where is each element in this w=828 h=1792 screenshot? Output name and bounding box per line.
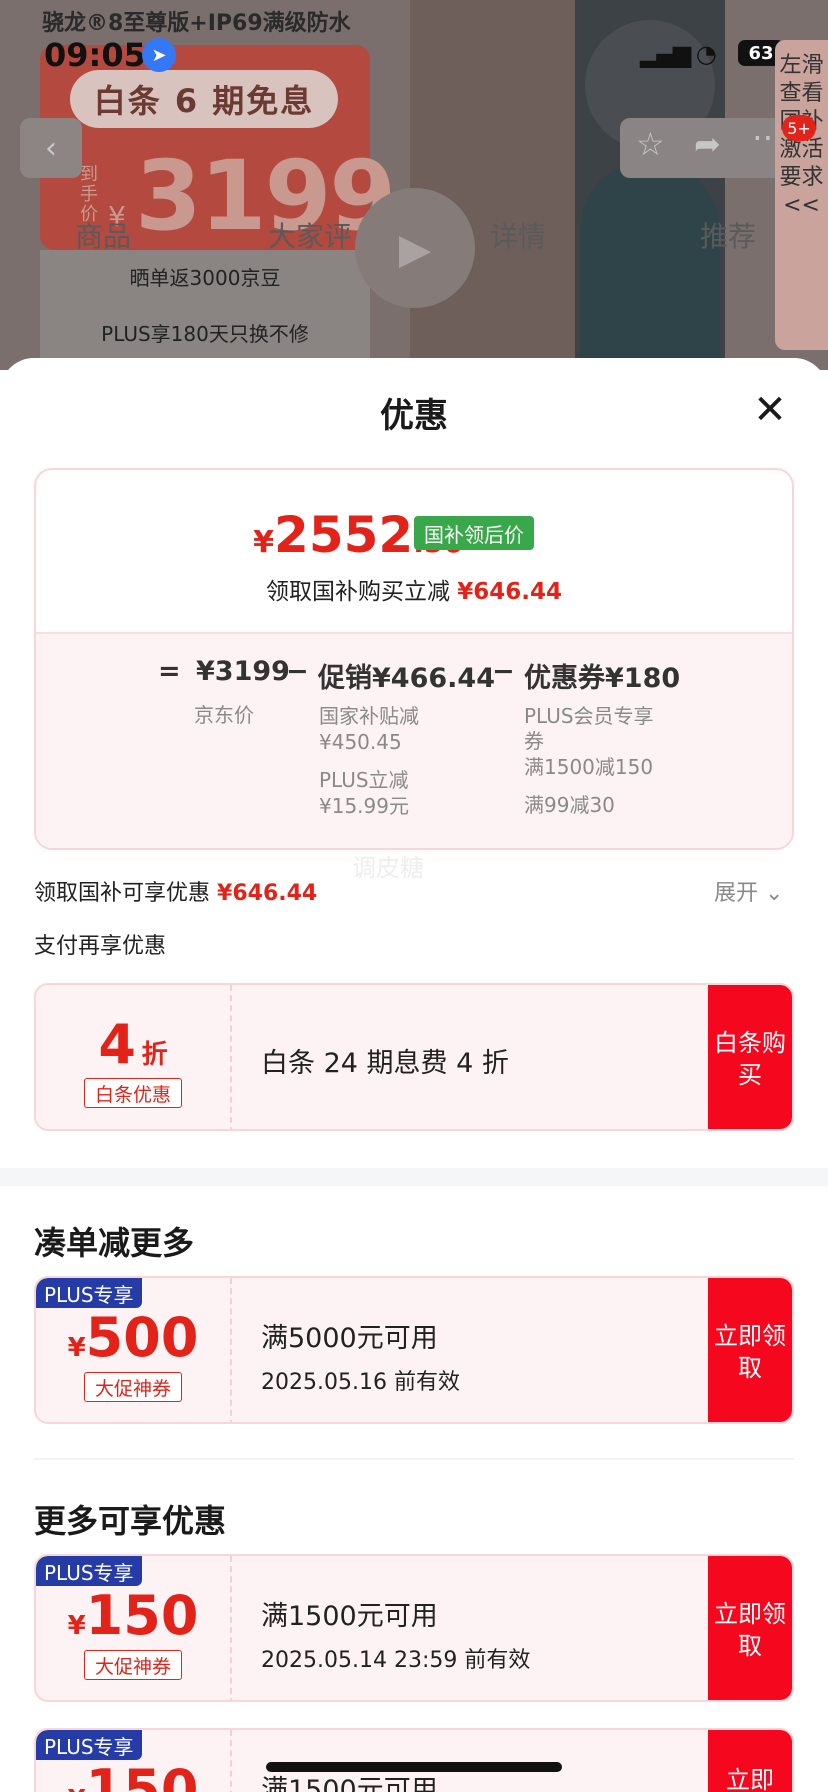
section-gap: [0, 1168, 828, 1186]
coupon-150: PLUS专享 ¥150 满1500元可用 立即: [34, 1728, 794, 1792]
claim-button[interactable]: 立即领取: [708, 1556, 792, 1700]
location-arrow-icon: ➤: [142, 38, 176, 72]
play-icon: ▶: [398, 223, 432, 273]
star-icon[interactable]: ☆: [636, 125, 665, 163]
promo-pill: 白条 6 期免息: [70, 70, 338, 128]
coupon-divider: [230, 1730, 232, 1792]
coupon-expiry: 2025.05.14 23:59 前有效: [261, 1648, 531, 1673]
message-badge: 5+: [782, 115, 816, 141]
baitiao-discount-unit: 折: [141, 1040, 168, 1070]
promo-detail-2: ¥450.45: [319, 730, 402, 754]
plus-exclusive-tag: PLUS专享: [36, 1730, 142, 1760]
coupon-threshold: 满1500元可用: [261, 1601, 438, 1632]
status-time: 09:05: [44, 36, 146, 74]
coupon-detail-4: 满99减30: [524, 793, 615, 817]
back-button[interactable]: ‹: [20, 118, 82, 178]
gb-benefit-text: 领取国补可享优惠: [34, 881, 211, 906]
promo-line-1: 晒单返3000京豆: [129, 266, 281, 290]
baitiao-discount-num: 4: [98, 1013, 136, 1076]
coupon-amount: ¥500: [36, 1306, 230, 1369]
promo-detail-3: PLUS立减: [319, 768, 409, 792]
close-icon[interactable]: ✕: [750, 390, 790, 430]
minus-sign: −: [492, 656, 515, 687]
watermark: 调皮糖: [352, 854, 424, 882]
coupon-total: 优惠券¥180: [524, 663, 681, 694]
product-page-background: 白条 6 期免息 到手价 ¥ 3199 晒单返3000京豆 PLUS享180天只…: [0, 0, 828, 370]
tab-reviews[interactable]: 大家评: [268, 215, 352, 255]
coupon-detail-2: 券: [524, 729, 544, 753]
baitiao-desc: 白条 24 期息费 4 折: [261, 1048, 509, 1079]
share-icon[interactable]: ➦: [694, 125, 721, 163]
jd-price-label: 京东价: [194, 703, 254, 727]
coupon-150: PLUS专享 ¥150 大促神券 满1500元可用 2025.05.14 23:…: [34, 1554, 794, 1702]
chevron-left-icon: ‹: [45, 130, 57, 166]
gb-discount-line: 领取国补购买立减 ¥646.44: [0, 572, 828, 606]
coupon-amount-value: 150: [85, 1584, 199, 1647]
promo-total: 促销¥466.44: [318, 663, 495, 694]
coupon-divider: [230, 985, 232, 1129]
coupon-expiry: 2025.05.16 前有效: [261, 1370, 460, 1395]
section-title-more: 更多可享优惠: [34, 1502, 227, 1540]
coupon-detail-3: 满1500减150: [524, 755, 654, 779]
gb-discount-amount: ¥646.44: [457, 579, 563, 605]
baitiao-tag: 白条优惠: [84, 1078, 182, 1108]
minus-sign: −: [286, 656, 309, 687]
baitiao-buy-button[interactable]: 白条购买: [708, 985, 792, 1129]
gb-benefit-line: 领取国补可享优惠 ¥646.44: [34, 875, 317, 907]
coupon-threshold: 满5000元可用: [261, 1323, 438, 1354]
gb-price-tag: 国补领后价: [414, 516, 534, 550]
coupon-500: PLUS专享 ¥500 大促神券 满5000元可用 2025.05.16 前有效…: [34, 1276, 794, 1424]
promo-detail-4: ¥15.99元: [319, 794, 409, 818]
sheet-title: 优惠: [380, 396, 448, 436]
final-price: ¥2552.56: [0, 506, 772, 564]
coupon-amount-value: 150: [85, 1758, 199, 1792]
coupon-yen: ¥: [67, 1333, 86, 1363]
equals-sign: =: [158, 656, 181, 687]
pay-title: 支付再享优惠: [34, 934, 167, 959]
tab-product[interactable]: 商品: [75, 215, 131, 255]
final-price-yen: ¥: [253, 525, 275, 560]
coupon-amount: ¥150: [36, 1584, 230, 1647]
promo-coupon-tag: 大促神券: [84, 1650, 182, 1680]
product-headline: 骁龙®8至尊版+IP69满级防水: [42, 11, 351, 36]
promo-detail-1: 国家补贴减: [319, 704, 419, 728]
gb-benefit-amount: ¥646.44: [217, 881, 318, 906]
coupon-divider: [230, 1278, 232, 1422]
gb-discount-text: 领取国补购买立减: [265, 579, 450, 605]
baitiao-discount: 4 折: [36, 1013, 230, 1076]
tab-details[interactable]: 详情: [490, 215, 546, 255]
coupon-amount-value: 500: [85, 1306, 199, 1369]
promo-coupon-tag: 大促神券: [84, 1372, 182, 1402]
screen: 白条 6 期免息 到手价 ¥ 3199 晒单返3000京豆 PLUS享180天只…: [0, 0, 828, 1792]
baitiao-offer-card: 4 折 白条优惠 白条 24 期息费 4 折 白条购买: [34, 983, 794, 1131]
coupon-divider: [230, 1556, 232, 1700]
coupon-amount: ¥150: [36, 1758, 230, 1792]
plus-exclusive-tag: PLUS专享: [36, 1278, 142, 1308]
expand-label: 展开: [714, 881, 759, 906]
signal-wifi-icon: ▂▄▆ ◔: [640, 40, 717, 68]
play-video-button[interactable]: ▶: [355, 188, 475, 308]
coupon-detail-1: PLUS会员专享: [524, 704, 654, 728]
section-title-bundle: 凑单减更多: [34, 1224, 195, 1262]
gb-sidebar-tab[interactable]: 左滑查看国补激活要求<<: [775, 40, 828, 350]
camera-module-image-lower: [580, 160, 720, 370]
claim-button[interactable]: 立即: [708, 1730, 792, 1792]
tab-recommend[interactable]: 推荐: [700, 215, 756, 255]
coupon-yen: ¥: [67, 1611, 86, 1641]
coupon-yen: ¥: [68, 1785, 86, 1792]
home-indicator[interactable]: [266, 1762, 562, 1772]
divider: [34, 1458, 794, 1460]
final-price-int: 2552: [274, 506, 414, 564]
claim-button[interactable]: 立即领取: [708, 1278, 792, 1422]
chevron-down-icon: ⌄: [765, 881, 784, 906]
plus-exclusive-tag: PLUS专享: [36, 1556, 142, 1586]
jd-price: ¥3199: [196, 656, 290, 687]
expand-button[interactable]: 展开 ⌄: [714, 875, 783, 907]
promo-line-2: PLUS享180天只换不修: [101, 322, 309, 346]
